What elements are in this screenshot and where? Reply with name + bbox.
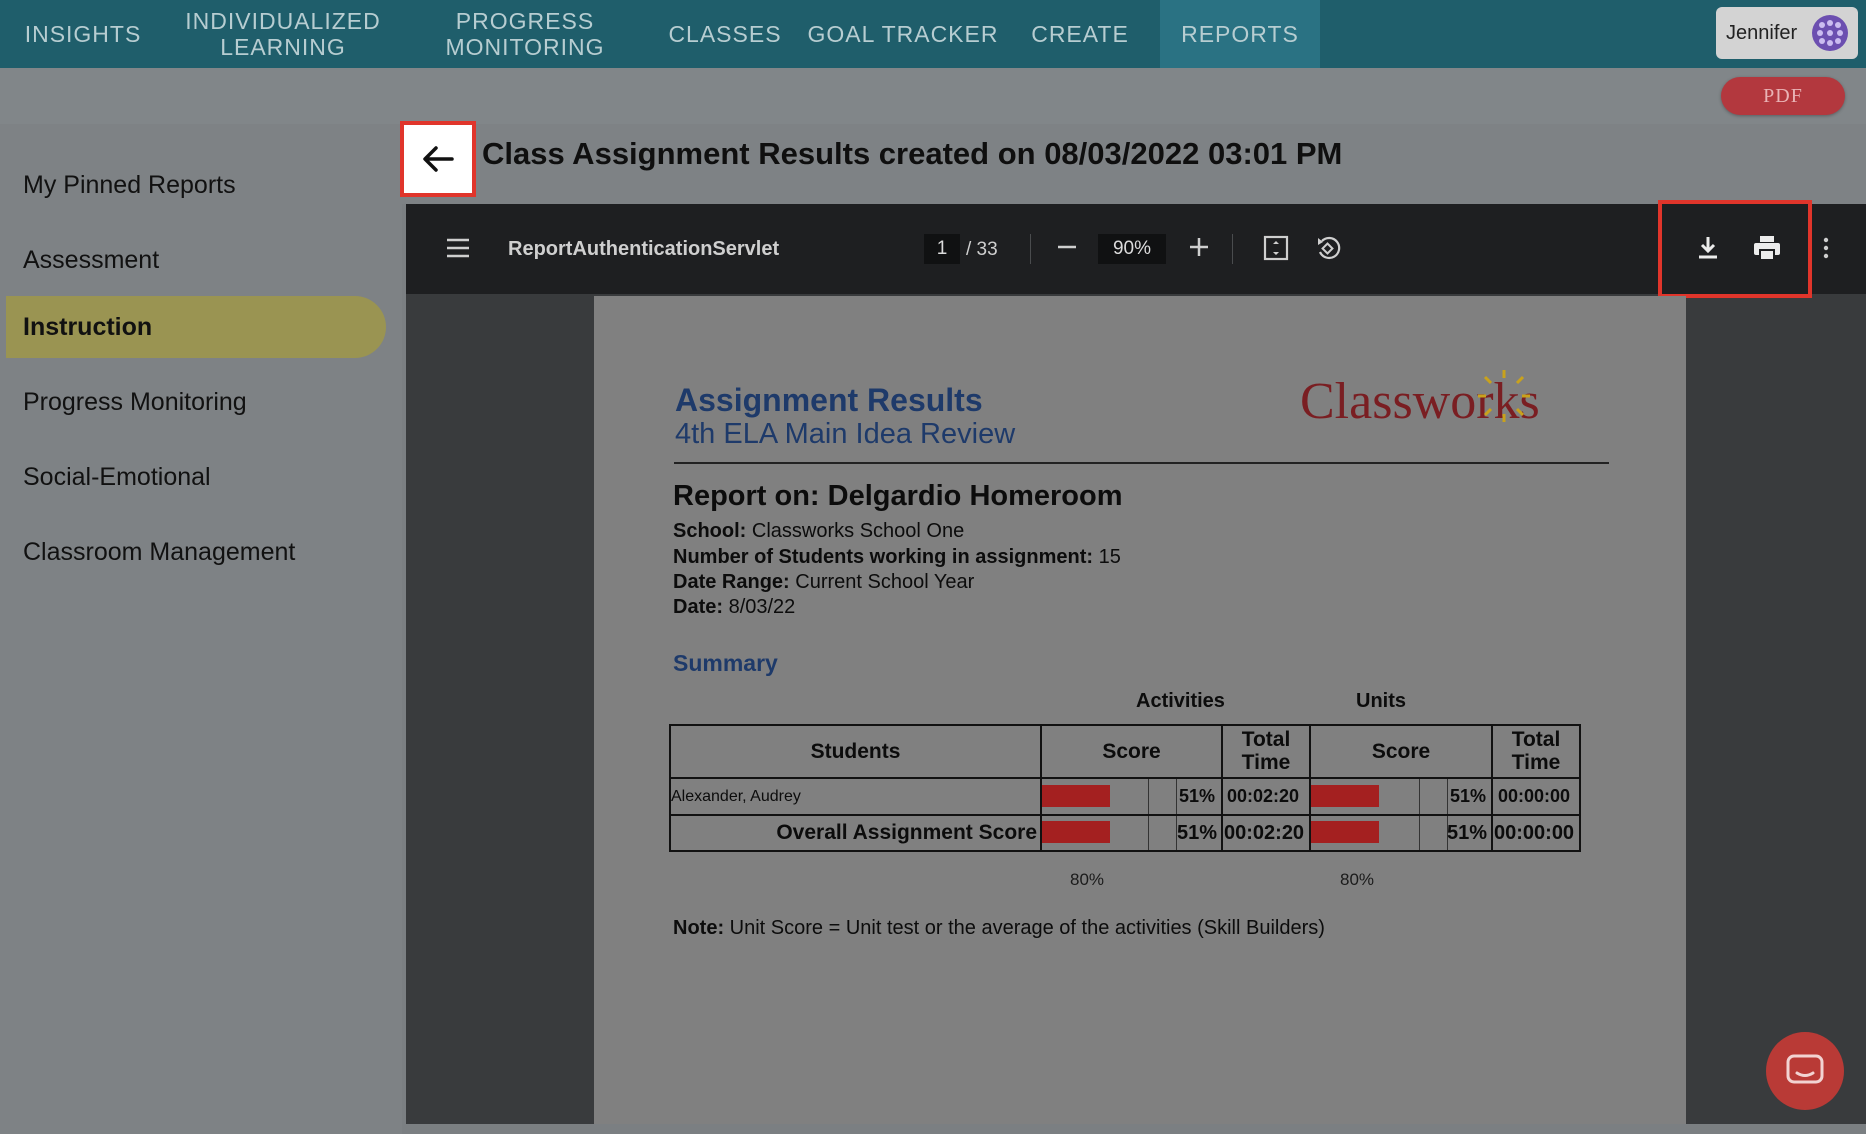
zoom-in-icon[interactable] bbox=[1186, 234, 1212, 260]
logo-sun-icon bbox=[1478, 370, 1530, 422]
meta-date-range: Date Range: Current School Year bbox=[673, 571, 975, 593]
toolbar-divider bbox=[1232, 234, 1233, 264]
group-activities-label: Activities bbox=[1136, 690, 1225, 712]
user-avatar-icon bbox=[1812, 15, 1848, 51]
overall-unit-percent: 51% bbox=[1447, 822, 1488, 844]
document-name: ReportAuthenticationServlet bbox=[508, 238, 780, 260]
fit-page-icon[interactable] bbox=[1262, 234, 1290, 262]
activity-score-bar bbox=[1042, 785, 1110, 807]
top-navigation: INSIGHTS INDIVIDUALIZED LEARNING PROGRES… bbox=[0, 0, 1866, 68]
table-divider bbox=[671, 777, 1579, 779]
print-icon[interactable] bbox=[1752, 234, 1782, 262]
sidebar-item-instruction[interactable]: Instruction bbox=[6, 296, 386, 358]
header-activity-score: Score bbox=[1102, 740, 1161, 763]
header-rule bbox=[674, 462, 1609, 464]
rotate-icon[interactable] bbox=[1314, 234, 1342, 262]
pdf-toolbar: ReportAuthenticationServlet / 33 bbox=[406, 200, 1866, 298]
header-unit-time: Total Time bbox=[1511, 728, 1561, 774]
unit-total-time: 00:00:00 bbox=[1498, 786, 1571, 806]
group-units-label: Units bbox=[1356, 690, 1406, 712]
toolbar-divider bbox=[1030, 234, 1031, 264]
meta-date: Date: 8/03/22 bbox=[673, 596, 796, 618]
meta-school: School: Classworks School One bbox=[673, 520, 965, 542]
report-subtitle: 4th ELA Main Idea Review bbox=[675, 418, 1016, 450]
sidebar-item-my-pinned-reports[interactable]: My Pinned Reports bbox=[6, 154, 386, 216]
chat-icon bbox=[1786, 1054, 1824, 1084]
meta-student-count: Number of Students working in assignment… bbox=[673, 546, 1121, 568]
nav-item-goal-tracker[interactable]: GOAL TRACKER bbox=[806, 0, 1000, 68]
download-icon[interactable] bbox=[1694, 234, 1722, 262]
chat-button[interactable] bbox=[1766, 1032, 1844, 1110]
overall-unit-time: 00:00:00 bbox=[1494, 822, 1575, 844]
header-students: Students bbox=[810, 740, 901, 763]
activity-target-label: 80% bbox=[1070, 870, 1105, 889]
nav-item-individualized-learning[interactable]: INDIVIDUALIZED LEARNING bbox=[176, 0, 390, 68]
reports-sidebar: My Pinned Reports Assessment Instruction… bbox=[0, 124, 402, 1134]
unit-target-label: 80% bbox=[1340, 870, 1375, 889]
activity-score-percent: 51% bbox=[1179, 786, 1216, 806]
back-button[interactable] bbox=[400, 121, 476, 197]
menu-icon[interactable] bbox=[444, 234, 472, 262]
sidebar-item-social-emotional[interactable]: Social-Emotional bbox=[6, 446, 386, 508]
page-total: / 33 bbox=[966, 239, 998, 260]
sidebar-item-progress-monitoring[interactable]: Progress Monitoring bbox=[6, 371, 386, 433]
sidebar-item-classroom-management[interactable]: Classroom Management bbox=[6, 521, 386, 583]
user-name: Jennifer bbox=[1726, 21, 1798, 44]
student-name: Alexander, Audrey bbox=[671, 788, 801, 805]
unit-score-percent: 51% bbox=[1450, 786, 1487, 806]
sidebar-item-assessment[interactable]: Assessment bbox=[6, 229, 386, 291]
page-title: Class Assignment Results created on 08/0… bbox=[482, 136, 1343, 171]
header-activity-time: Total Time bbox=[1241, 728, 1291, 774]
nav-item-insights[interactable]: INSIGHTS bbox=[0, 0, 166, 68]
report-on-heading: Report on: Delgardio Homeroom bbox=[673, 480, 1123, 512]
report-action-bar: PDF bbox=[0, 68, 1866, 124]
page-number-input[interactable] bbox=[924, 234, 960, 264]
report-title: Assignment Results bbox=[675, 382, 983, 418]
overall-score-label: Overall Assignment Score bbox=[776, 821, 1037, 844]
summary-table: Students Score Total Time Score Total Ti… bbox=[669, 724, 1581, 852]
pdf-viewer: ReportAuthenticationServlet / 33 bbox=[406, 200, 1866, 1124]
overall-activity-time: 00:02:20 bbox=[1224, 822, 1305, 844]
nav-item-classes[interactable]: CLASSES bbox=[660, 0, 790, 68]
activity-total-time: 00:02:20 bbox=[1227, 786, 1300, 806]
report-note: Note: Unit Score = Unit test or the aver… bbox=[673, 917, 1325, 939]
nav-item-progress-monitoring[interactable]: PROGRESS MONITORING bbox=[420, 0, 630, 68]
zoom-level-input[interactable] bbox=[1098, 234, 1166, 264]
back-arrow-icon bbox=[423, 146, 454, 172]
summary-heading: Summary bbox=[673, 650, 778, 676]
unit-score-bar bbox=[1311, 785, 1379, 807]
zoom-out-icon[interactable] bbox=[1054, 234, 1080, 260]
highlight-download-print bbox=[1658, 200, 1812, 298]
more-vertical-icon[interactable] bbox=[1820, 234, 1832, 262]
pdf-button[interactable]: PDF bbox=[1721, 77, 1845, 115]
pdf-page: Assignment Results 4th ELA Main Idea Rev… bbox=[594, 296, 1686, 1124]
overall-activity-score-bar bbox=[1042, 821, 1110, 843]
header-unit-score: Score bbox=[1371, 740, 1431, 763]
overall-activity-percent: 51% bbox=[1177, 822, 1218, 844]
overall-unit-score-bar bbox=[1311, 821, 1379, 843]
nav-item-reports[interactable]: REPORTS bbox=[1160, 0, 1320, 68]
user-menu[interactable]: Jennifer bbox=[1716, 7, 1858, 59]
table-divider bbox=[671, 814, 1579, 816]
nav-item-create[interactable]: CREATE bbox=[1022, 0, 1138, 68]
